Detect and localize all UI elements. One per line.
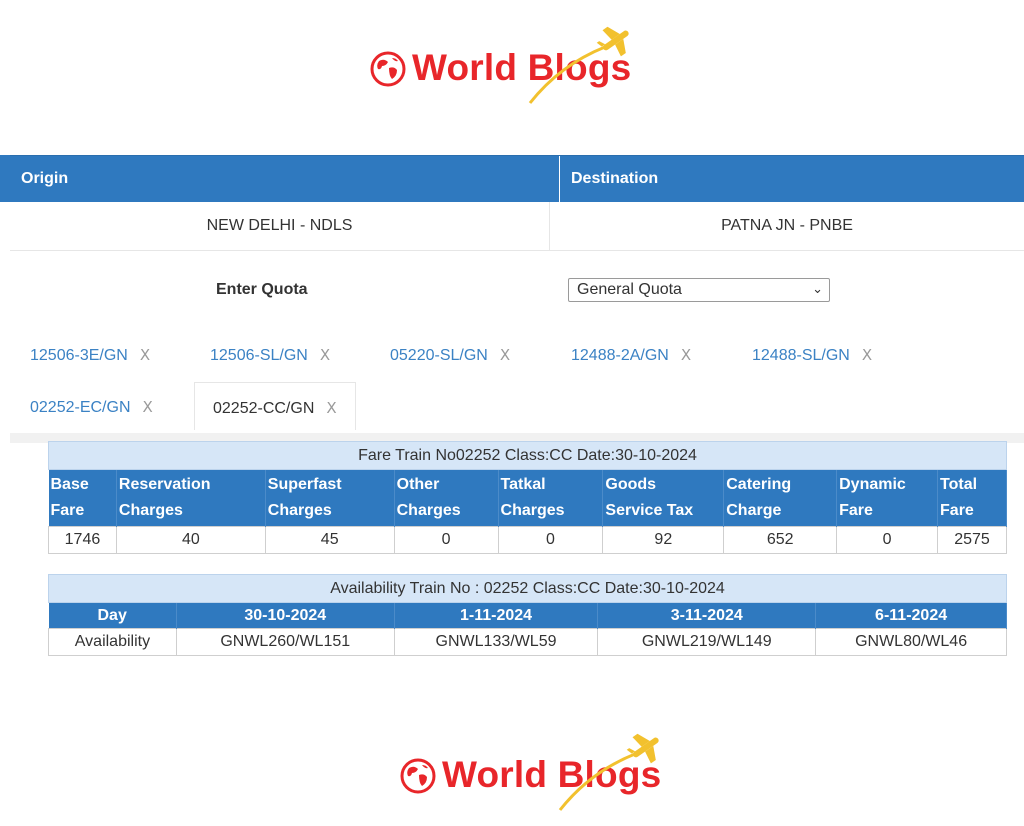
col-date-1: 30-10-2024: [176, 602, 395, 629]
col-total-fare: Total Fare: [937, 469, 1007, 527]
close-icon[interactable]: X: [862, 346, 872, 364]
availability-value-1: GNWL260/WL151: [175, 628, 395, 656]
tab-12488-2a[interactable]: 12488-2A/GN X: [571, 346, 691, 365]
fare-value-row: 1746 40 45 0 0 92 652 0 2575: [48, 526, 1007, 554]
reservation-charges-value: 40: [115, 526, 266, 554]
globe-icon: [370, 51, 406, 87]
col-tatkal-charges: Tatkal Charges: [498, 469, 604, 527]
total-fare-value: 2575: [937, 526, 1007, 554]
col-base-fare: Base Fare: [48, 469, 117, 527]
chevron-down-icon: ⌄: [812, 281, 823, 296]
superfast-charges-value: 45: [264, 526, 395, 554]
airplane-swoosh-icon: [558, 733, 659, 811]
col-goods-service-tax: Goods Service Tax: [602, 469, 725, 527]
tab-02252-cc-active[interactable]: 02252-CC/GN X: [194, 382, 356, 430]
destination-label: Destination: [571, 170, 659, 187]
fare-caption: Fare Train No02252 Class:CC Date:30-10-2…: [48, 441, 1007, 470]
availability-value-2: GNWL133/WL59: [393, 628, 599, 656]
col-date-4: 6-11-2024: [815, 602, 1007, 629]
tab-label: 05220-SL/GN: [390, 347, 488, 364]
close-icon[interactable]: X: [320, 346, 330, 364]
col-catering-charge: Catering Charge: [723, 469, 838, 527]
col-superfast-charges: Superfast Charges: [265, 469, 395, 527]
tatkal-charges-value: 0: [497, 526, 604, 554]
close-icon[interactable]: X: [326, 399, 336, 417]
journey-values: NEW DELHI - NDLS PATNA JN - PNBE: [10, 202, 1024, 251]
airplane-swoosh-icon: [528, 26, 629, 104]
base-fare-value: 1746: [48, 526, 117, 554]
journey-header: Origin Destination: [10, 155, 1024, 202]
tab-label: 02252-EC/GN: [30, 399, 131, 416]
dynamic-fare-value: 0: [836, 526, 939, 554]
tab-label: 02252-CC/GN: [213, 400, 315, 417]
quota-selected-value: General Quota: [577, 281, 682, 298]
tab-label: 12488-SL/GN: [752, 347, 850, 364]
origin-value: NEW DELHI - NDLS: [10, 202, 550, 250]
col-reservation-charges: Reservation Charges: [116, 469, 266, 527]
close-icon[interactable]: X: [681, 346, 691, 364]
availability-value-row: Availability GNWL260/WL151 GNWL133/WL59 …: [48, 628, 1007, 656]
tab-05220-sl[interactable]: 05220-SL/GN X: [390, 346, 510, 365]
goods-service-tax-value: 92: [602, 526, 725, 554]
availability-header-row: Day 30-10-2024 1-11-2024 3-11-2024 6-11-…: [48, 602, 1007, 629]
tab-02252-ec[interactable]: 02252-EC/GN X: [30, 398, 153, 417]
col-date-3: 3-11-2024: [597, 602, 817, 629]
origin-label: Origin: [10, 156, 560, 202]
fare-table: Fare Train No02252 Class:CC Date:30-10-2…: [48, 441, 1007, 554]
tab-label: 12506-3E/GN: [30, 347, 128, 364]
close-icon[interactable]: X: [143, 398, 153, 416]
fare-header-row: Base Fare Reservation Charges Superfast Cha…: [48, 469, 1007, 527]
col-date-2: 1-11-2024: [394, 602, 599, 629]
tab-label: 12506-SL/GN: [210, 347, 308, 364]
availability-caption: Availability Train No : 02252 Class:CC D…: [48, 574, 1007, 603]
availability-table: Availability Train No : 02252 Class:CC D…: [48, 574, 1007, 656]
catering-charge-value: 652: [723, 526, 838, 554]
col-dynamic-fare: Dynamic Fare: [836, 469, 939, 527]
quota-label: Enter Quota: [216, 281, 308, 298]
quota-select[interactable]: General Quota ⌄: [568, 278, 830, 302]
col-other-charges: Other Charges: [394, 469, 499, 527]
tab-12506-3e[interactable]: 12506-3E/GN X: [30, 346, 150, 365]
globe-icon: [400, 758, 436, 794]
tab-12488-sl[interactable]: 12488-SL/GN X: [752, 346, 872, 365]
tab-12506-sl[interactable]: 12506-SL/GN X: [210, 346, 330, 365]
journey-panel: Origin Destination NEW DELHI - NDLS PATN…: [10, 155, 1024, 251]
tab-label: 12488-2A/GN: [571, 347, 669, 364]
close-icon[interactable]: X: [140, 346, 150, 364]
col-day: Day: [48, 602, 177, 629]
availability-row-label: Availability: [48, 628, 177, 656]
header-accent: [0, 155, 10, 202]
close-icon[interactable]: X: [500, 346, 510, 364]
availability-value-4: GNWL80/WL46: [815, 628, 1007, 656]
destination-value: PATNA JN - PNBE: [721, 217, 853, 234]
availability-value-3: GNWL219/WL149: [597, 628, 817, 656]
other-charges-value: 0: [393, 526, 499, 554]
